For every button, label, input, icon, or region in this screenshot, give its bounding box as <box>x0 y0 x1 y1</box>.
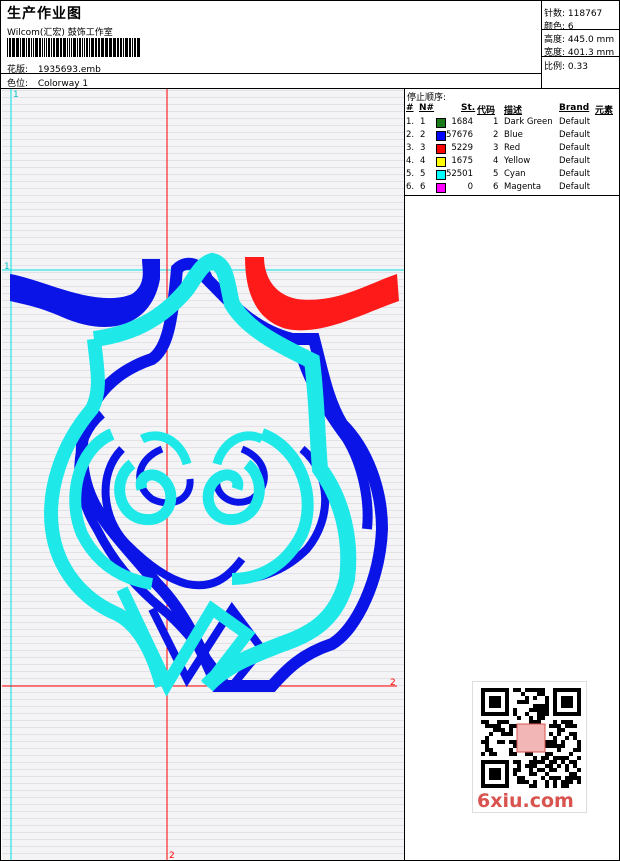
stat-colors: 颜色: 6 <box>544 22 574 32</box>
color-row-brand: Default <box>559 130 591 140</box>
stat-height: 高度: 445.0 mm <box>544 35 615 45</box>
site-watermark: 6xiu.com <box>477 790 574 812</box>
guide-marker-left-mid: 1 <box>4 262 10 272</box>
embroidery-preview-canvas[interactable]: 1 1 2 2 <box>2 89 405 860</box>
colorway-label: 色位: <box>7 79 29 89</box>
color-row-stitches: 5229 <box>451 143 473 153</box>
color-row-index: 5. <box>406 169 415 179</box>
color-row-stitches: 52501 <box>445 169 473 179</box>
color-swatch <box>436 183 446 193</box>
design-file-value: 1935693.emb <box>37 65 101 75</box>
colorway-value: Colorway 1 <box>37 79 89 89</box>
color-row-description: Blue <box>504 130 523 140</box>
color-row-needle: 5 <box>420 169 426 179</box>
color-row-index: 6. <box>406 182 415 192</box>
stat-stitches: 针数: 118767 <box>544 9 603 19</box>
red-top-right-scroll <box>245 257 399 331</box>
color-row-brand: Default <box>559 182 591 192</box>
color-row-index: 2. <box>406 130 415 140</box>
color-row: 2. 2 57676 2 Blue Default <box>405 129 619 142</box>
guide-marker-right: 2 <box>390 678 396 688</box>
production-worksheet: 生产作业图 Wilcom(汇宏) 鼓饰工作室 花版: 1935693.emb 色… <box>0 0 620 861</box>
design-file-row: 花版: 1935693.emb <box>7 62 101 75</box>
color-row-code: 2 <box>493 130 499 140</box>
color-table-header: # N# St. 代码 描述 Brand 元素 <box>406 103 614 116</box>
color-row-code: 4 <box>493 156 499 166</box>
color-row-code: 3 <box>493 143 499 153</box>
color-row-needle: 6 <box>420 182 426 192</box>
color-row-index: 1. <box>406 117 415 127</box>
design-label: 花版: <box>7 65 29 75</box>
color-row-stitches: 1675 <box>451 156 473 166</box>
sheet-title: 生产作业图 <box>7 6 82 22</box>
color-row-needle: 1 <box>420 117 426 127</box>
barcode-icon <box>7 38 140 57</box>
stop-sequence-title: 停止顺序: <box>407 93 447 103</box>
color-swatch <box>436 131 446 141</box>
color-row: 3. 3 5229 3 Red Default <box>405 142 619 155</box>
color-row-needle: 3 <box>420 143 426 153</box>
blue-top-left-scroll <box>10 259 160 328</box>
color-row-description: Magenta <box>504 182 542 192</box>
color-swatch <box>436 157 446 167</box>
guide-marker-top-left: 1 <box>13 90 19 100</box>
color-row-description: Red <box>504 143 521 153</box>
design-stats-panel: 针数: 118767 颜色: 6 高度: 445.0 mm 宽度: 401.3 … <box>542 1 619 89</box>
guide-marker-bottom: 2 <box>169 851 175 860</box>
color-table-divider <box>405 195 619 196</box>
sheet-header: 生产作业图 Wilcom(汇宏) 鼓饰工作室 花版: 1935693.emb 色… <box>1 1 542 89</box>
embroidery-design-artwork: 1 1 2 2 <box>2 89 404 860</box>
colorway-row: 色位: Colorway 1 <box>7 76 88 89</box>
color-row-description: Dark Green <box>504 117 553 127</box>
color-swatch <box>436 144 446 154</box>
stat-scale: 比例: 0.33 <box>544 62 588 72</box>
company-name: Wilcom(汇宏) 鼓饰工作室 <box>7 28 113 38</box>
color-row-stitches: 0 <box>467 182 473 192</box>
color-row-brand: Default <box>559 169 591 179</box>
color-row-index: 3. <box>406 143 415 153</box>
color-row-description: Cyan <box>504 169 526 179</box>
color-row-code: 5 <box>493 169 499 179</box>
color-row-brand: Default <box>559 143 591 153</box>
color-row-brand: Default <box>559 117 591 127</box>
color-row-stitches: 1684 <box>451 117 473 127</box>
color-row-index: 4. <box>406 156 415 166</box>
color-row-needle: 4 <box>420 156 426 166</box>
color-row-description: Yellow <box>504 156 531 166</box>
color-row-code: 6 <box>493 182 499 192</box>
color-row-code: 1 <box>493 117 499 127</box>
color-swatch <box>436 118 446 128</box>
color-row-needle: 2 <box>420 130 426 140</box>
color-row: 6. 6 0 6 Magenta Default <box>405 181 619 194</box>
color-row: 1. 1 1684 1 Dark Green Default <box>405 116 619 129</box>
color-row-brand: Default <box>559 156 591 166</box>
color-swatch <box>436 170 446 180</box>
color-row-stitches: 57676 <box>445 130 473 140</box>
color-row: 5. 5 52501 5 Cyan Default <box>405 168 619 181</box>
color-row: 4. 4 1675 4 Yellow Default <box>405 155 619 168</box>
